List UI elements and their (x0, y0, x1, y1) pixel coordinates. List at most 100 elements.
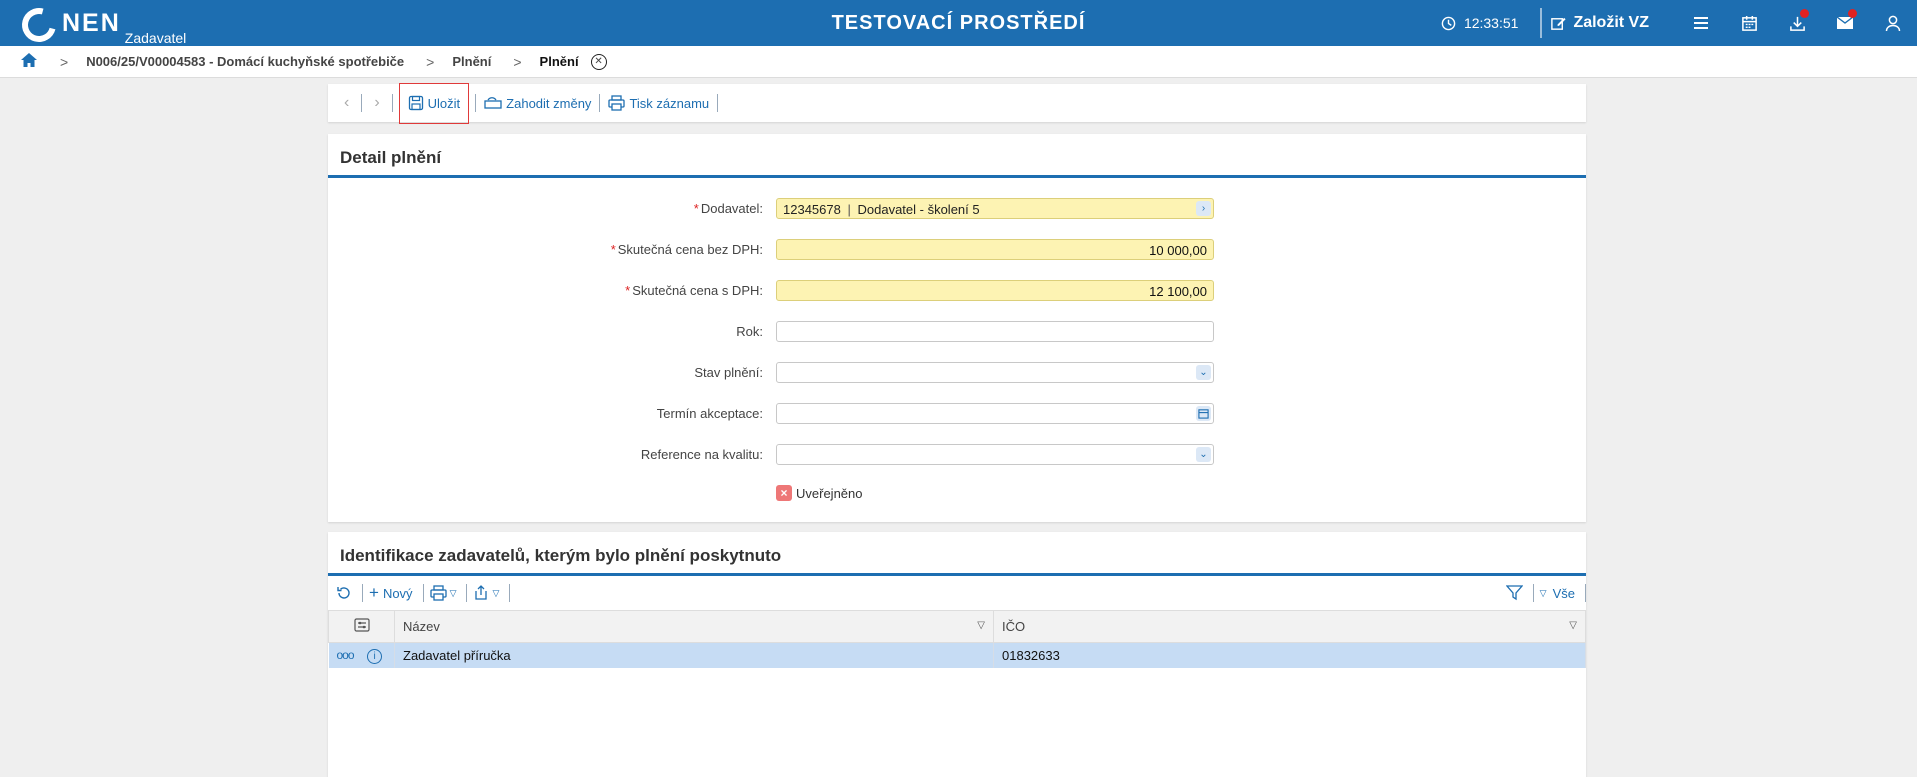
notification-dot (1800, 9, 1809, 18)
session-clock: 12:33:51 (1441, 15, 1519, 31)
chevron-right-icon: > (60, 53, 69, 70)
open-supplier-icon[interactable]: › (1196, 201, 1211, 216)
quality-select[interactable]: ⌄ (776, 444, 1214, 465)
divider (475, 94, 477, 112)
state-label: Stav plnění: (694, 365, 763, 380)
home-icon (21, 53, 37, 67)
breadcrumb-item-plneni[interactable]: Plnění (452, 54, 491, 69)
info-icon[interactable]: i (367, 648, 383, 664)
calendar-icon (1741, 15, 1757, 31)
column-menu-icon[interactable]: ▽ (1569, 620, 1577, 631)
column-header-name-label: Název (403, 619, 440, 634)
required-marker: * (610, 242, 616, 257)
supplier-id: 12345678 (783, 202, 841, 217)
create-contract-button[interactable]: Založit VZ (1550, 14, 1649, 32)
column-menu-icon[interactable]: ▽ (977, 620, 985, 631)
cell-name: Zadavatel příručka (394, 642, 994, 668)
quality-row: Reference na kvalitu: ⌄ (328, 444, 1586, 466)
calendar-icon[interactable] (1196, 406, 1211, 421)
plus-icon: + (369, 583, 379, 602)
unchecked-x-icon: × (776, 485, 792, 501)
printer-icon (429, 585, 447, 601)
chevron-right-icon: > (426, 53, 435, 70)
print-record-button[interactable]: Tisk záznamu (606, 95, 711, 111)
downloads-button[interactable] (1773, 0, 1821, 46)
nen-logo[interactable]: NEN Zadavatel (15, 1, 187, 49)
close-tab-icon[interactable]: ✕ (590, 53, 607, 70)
divider (717, 94, 719, 112)
clock-time: 12:33:51 (1463, 15, 1519, 31)
export-icon (475, 585, 488, 600)
new-button[interactable]: + Nový (369, 583, 413, 603)
price-no-vat-input[interactable]: 10 000,00 (776, 239, 1214, 260)
price-no-vat-label: * Skutečná cena bez DPH: (611, 242, 763, 257)
supplier-row: * Dodavatel: 12345678 | Dodavatel - škole… (328, 198, 1586, 220)
section-title: Identifikace zadavatelů, kterým bylo pln… (328, 532, 1586, 576)
dropdown-triangle-icon: ▽ (492, 587, 500, 598)
price-vat-label-text: Skutečná cena s DPH: (632, 283, 763, 298)
save-button[interactable]: Uložit (398, 82, 470, 124)
column-header-ico-label: IČO (1002, 619, 1026, 634)
previous-record-icon[interactable]: ‹ (344, 94, 349, 112)
calendar-button[interactable] (1725, 0, 1773, 46)
save-icon (408, 95, 423, 111)
messages-button[interactable] (1821, 0, 1869, 46)
print-menu-button[interactable]: ▽ (429, 585, 457, 601)
contracting-authorities-section: Identifikace zadavatelů, kterým bylo pln… (328, 532, 1586, 777)
breadcrumb: > N006/25/V00004583 - Domácí kuchyňské s… (0, 46, 1917, 78)
state-row: Stav plnění: ⌄ (328, 362, 1586, 384)
detail-section: Detail plnění * Dodavatel: 12345678 | Dod… (328, 134, 1586, 522)
supplier-label: * Dodavatel: (694, 201, 763, 216)
grid-toolbar: + Nový ▽ ▽ ▽ Vše (328, 576, 1586, 610)
authorities-table: Název ▽ IČO ▽ ooo i Zadavatel příručka 0… (328, 610, 1586, 668)
notification-dot (1848, 9, 1857, 18)
table-header-row: Název ▽ IČO ▽ (328, 610, 1586, 643)
menu-button[interactable] (1677, 0, 1725, 46)
supplier-field[interactable]: 12345678 | Dodavatel - školení 5 › (776, 198, 1214, 219)
acceptance-date-input[interactable] (776, 403, 1214, 424)
view-all-button[interactable]: ▽ Vše (1540, 586, 1575, 601)
price-no-vat-label-text: Skutečná cena bez DPH: (617, 242, 763, 257)
dropdown-triangle-icon: ▽ (449, 587, 457, 598)
chevron-down-icon[interactable]: ⌄ (1196, 365, 1211, 380)
divider (509, 584, 511, 602)
divider (1585, 584, 1586, 602)
user-icon (1885, 15, 1901, 31)
menu-icon (1694, 17, 1708, 29)
published-checkbox[interactable]: × Uveřejněno (776, 485, 863, 501)
table-row[interactable]: ooo i Zadavatel příručka 01832633 (328, 642, 1586, 668)
divider (391, 94, 393, 112)
logo-subtitle: Zadavatel (124, 30, 187, 46)
acceptance-row: Termín akceptace: (328, 403, 1586, 425)
quality-label: Reference na kvalitu: (640, 447, 763, 462)
year-input[interactable] (776, 321, 1214, 342)
price-vat-row: * Skutečná cena s DPH: 12 100,00 (328, 280, 1586, 302)
breadcrumb-item-contract[interactable]: N006/25/V00004583 - Domácí kuchyňské spo… (86, 54, 404, 69)
price-vat-input[interactable]: 12 100,00 (776, 280, 1214, 301)
user-button[interactable] (1869, 0, 1917, 46)
year-row: Rok: (328, 321, 1586, 343)
column-header-name[interactable]: Název ▽ (394, 610, 994, 643)
chevron-down-icon[interactable]: ⌄ (1196, 447, 1211, 462)
column-header-ico[interactable]: IČO ▽ (993, 610, 1586, 643)
top-bar: NEN Zadavatel TESTOVACÍ PROSTŘEDÍ 12:33:… (0, 0, 1917, 49)
export-menu-button[interactable]: ▽ (473, 585, 499, 601)
clock-icon (1441, 16, 1456, 30)
column-settings-cell[interactable] (328, 610, 395, 643)
price-vat-label: * Skutečná cena s DPH: (625, 283, 763, 298)
more-actions-icon[interactable]: ooo (337, 648, 355, 662)
filter-button[interactable] (1505, 585, 1523, 601)
divider (362, 584, 363, 602)
refresh-button[interactable] (336, 585, 352, 601)
undo-icon (484, 97, 502, 109)
required-marker: * (693, 201, 699, 216)
state-select[interactable]: ⌄ (776, 362, 1214, 383)
home-button[interactable] (20, 52, 38, 71)
divider (361, 94, 363, 112)
discard-changes-button[interactable]: Zahodit změny (482, 96, 593, 111)
next-record-icon[interactable]: › (374, 94, 379, 112)
logo-ring-icon (15, 1, 63, 49)
row-actions-cell: ooo i (328, 642, 395, 668)
dropdown-triangle-icon: ▽ (1539, 587, 1547, 598)
section-title: Detail plnění (328, 134, 1586, 178)
